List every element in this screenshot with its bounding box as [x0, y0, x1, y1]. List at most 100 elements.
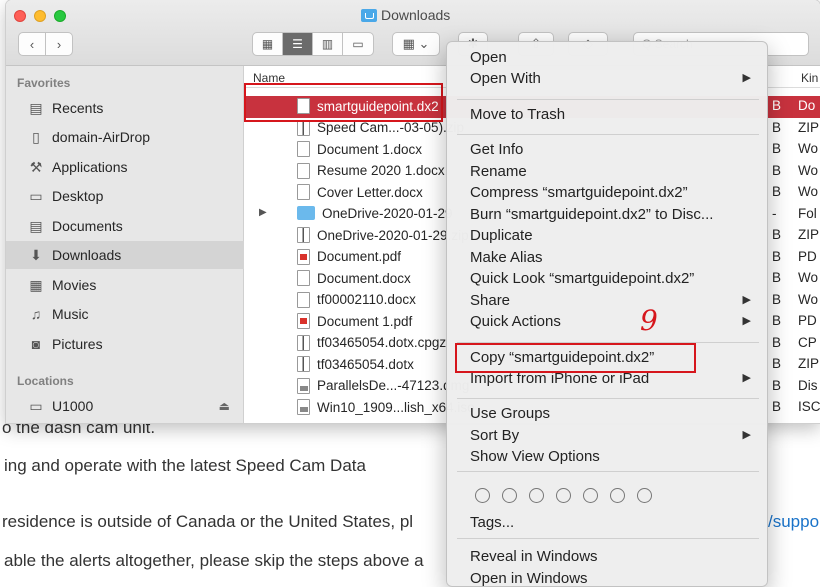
pdf-file-icon	[297, 313, 310, 329]
sidebar-item-label: domain-AirDrop	[52, 129, 151, 145]
highlight-selected-file	[244, 83, 443, 122]
tag-color-dot[interactable]	[637, 488, 652, 503]
file-size: B	[772, 162, 782, 178]
sidebar-item-documents[interactable]: ▤ Documents	[6, 212, 244, 240]
tag-color-dot[interactable]	[475, 488, 490, 503]
file-size: B	[772, 356, 782, 371]
window-title-text: Downloads	[381, 7, 451, 23]
menu-item-label: Open With	[470, 70, 541, 87]
downloads-icon: ⬇	[30, 246, 42, 263]
menu-item[interactable]: Move to Trash	[447, 104, 767, 125]
menu-item-label: Quick Actions	[470, 313, 561, 330]
menu-item-label: Open in Windows	[470, 570, 588, 587]
bg-text-line-2: ing and operate with the latest Speed Ca…	[4, 456, 366, 475]
forward-button[interactable]: ›	[45, 32, 73, 56]
file-name: ParallelsDe...-47123.dmg	[297, 377, 469, 394]
file-name: Document 1.docx	[297, 141, 422, 157]
bg-link-support[interactable]: /suppo	[768, 512, 819, 532]
sidebar-item-airdrop[interactable]: ▯ domain-AirDrop	[6, 123, 244, 151]
file-name: Document.pdf	[297, 248, 401, 265]
file-name-text: Document 1.pdf	[317, 313, 413, 329]
menu-item[interactable]: Quick Look “smartguidepoint.dx2”	[447, 268, 767, 289]
menu-item[interactable]: Sort By ▶	[447, 425, 767, 446]
menu-item[interactable]: Share ▶	[447, 290, 767, 311]
menu-item[interactable]: Burn “smartguidepoint.dx2” to Disc...	[447, 204, 767, 225]
file-size: B	[772, 377, 782, 393]
file-size: B	[772, 334, 782, 350]
folder-file-icon	[297, 206, 315, 220]
menu-item-label: Show View Options	[470, 448, 600, 465]
sidebar-item-label: U1000	[52, 398, 94, 414]
sidebar-item-recents[interactable]: ▤ Recents	[6, 94, 244, 122]
tag-color-dot[interactable]	[556, 488, 571, 503]
minimize-button[interactable]	[34, 10, 46, 22]
column-view-icon[interactable]: ▥	[313, 33, 343, 55]
menu-item[interactable]: Open With ▶	[447, 68, 767, 89]
menu-item[interactable]: Make Alias	[447, 247, 767, 268]
back-button[interactable]: ‹	[18, 32, 46, 56]
screen: o the dash cam unit. ing and operate wit…	[0, 0, 820, 587]
sidebar-item-u1000[interactable]: ▭ U1000 ⏏	[6, 392, 244, 420]
context-menu: Open Open With ▶ Move to Trash Get Info Renam…	[446, 41, 768, 587]
menu-item[interactable]: Duplicate	[447, 225, 767, 246]
menu-item[interactable]: Tags...	[447, 512, 767, 533]
tag-color-dot[interactable]	[529, 488, 544, 503]
tag-color-dot[interactable]	[610, 488, 625, 503]
submenu-arrow-icon: ▶	[742, 372, 751, 384]
file-name: OneDrive-2020-01-29.zip	[297, 227, 469, 243]
sidebar-item-movies[interactable]: ▦ Movies	[6, 271, 244, 299]
menu-item[interactable]: Get Info	[447, 139, 767, 160]
menu-item[interactable]: Open	[447, 47, 767, 68]
column-kind-header[interactable]: Kin	[801, 71, 818, 85]
file-name: Resume 2020 1.docx	[297, 162, 445, 179]
file-name: tf03465054.dotx	[297, 356, 414, 372]
sidebar-item-label: Pictures	[52, 336, 103, 352]
sidebar-item-label: Movies	[52, 277, 97, 293]
zoom-button[interactable]	[54, 10, 66, 22]
locations-header: Locations	[17, 374, 74, 388]
icon-view-icon[interactable]: ▦	[253, 33, 283, 55]
list-view-icon[interactable]: ☰	[283, 33, 313, 55]
menu-separator	[457, 398, 759, 399]
file-name: Cover Letter.docx	[297, 184, 423, 200]
sidebar-item-applications[interactable]: ⚒ Applications	[6, 153, 244, 181]
window-title: Downloads	[361, 7, 450, 23]
sidebar-item-downloads[interactable]: ⬇ Downloads	[6, 241, 244, 269]
menu-separator	[457, 538, 759, 539]
close-button[interactable]	[14, 10, 26, 22]
menu-item-label: Rename	[470, 163, 527, 180]
menu-item[interactable]: Show View Options	[447, 446, 767, 467]
file-size: B	[772, 248, 782, 264]
menu-item[interactable]: Use Groups	[447, 403, 767, 424]
file-name-text: Document 1.docx	[317, 141, 423, 157]
sidebar-item-pictures[interactable]: ◙ Pictures	[6, 330, 244, 358]
menu-item-label: Get Info	[470, 141, 524, 158]
pdf-file-icon	[297, 248, 310, 265]
tag-color-dot[interactable]	[502, 488, 517, 503]
file-name-text: tf03465054.dotx.cpgz	[317, 335, 447, 350]
view-mode-switcher: ▦ ☰ ▥ ▭	[252, 32, 374, 56]
menu-item[interactable]: Compress “smartguidepoint.dx2”	[447, 182, 767, 203]
file-name: tf00002110.docx	[297, 291, 416, 308]
menu-item[interactable]: Quick Actions ▶	[447, 311, 767, 332]
sidebar-item-music[interactable]: ♫ Music	[6, 300, 244, 328]
menu-item-label: Quick Look “smartguidepoint.dx2”	[470, 270, 695, 287]
file-kind: ZIP	[798, 119, 820, 135]
tag-color-dot[interactable]	[583, 488, 598, 503]
menu-item[interactable]: Rename	[447, 161, 767, 182]
sidebar-item-desktop[interactable]: ▭ Desktop	[6, 182, 244, 210]
sidebar-item-label: Applications	[52, 159, 128, 175]
menu-item[interactable]: Reveal in Windows	[447, 546, 767, 567]
group-button[interactable]: ▦ ⌄	[392, 32, 440, 56]
file-kind: PD	[798, 313, 817, 328]
eject-icon[interactable]: ⏏	[219, 399, 230, 413]
gallery-view-icon[interactable]: ▭	[343, 33, 373, 55]
file-name-text: Resume 2020 1.docx	[317, 163, 445, 178]
zip-file-icon	[297, 356, 310, 372]
menu-item[interactable]: Open in Windows	[447, 568, 767, 587]
sidebar-item-label: Documents	[52, 218, 123, 234]
disclosure-triangle-icon[interactable]: ▶	[259, 207, 267, 218]
doc-file-icon	[297, 184, 310, 200]
dmg-file-icon	[297, 377, 310, 394]
file-size: B	[772, 227, 782, 242]
